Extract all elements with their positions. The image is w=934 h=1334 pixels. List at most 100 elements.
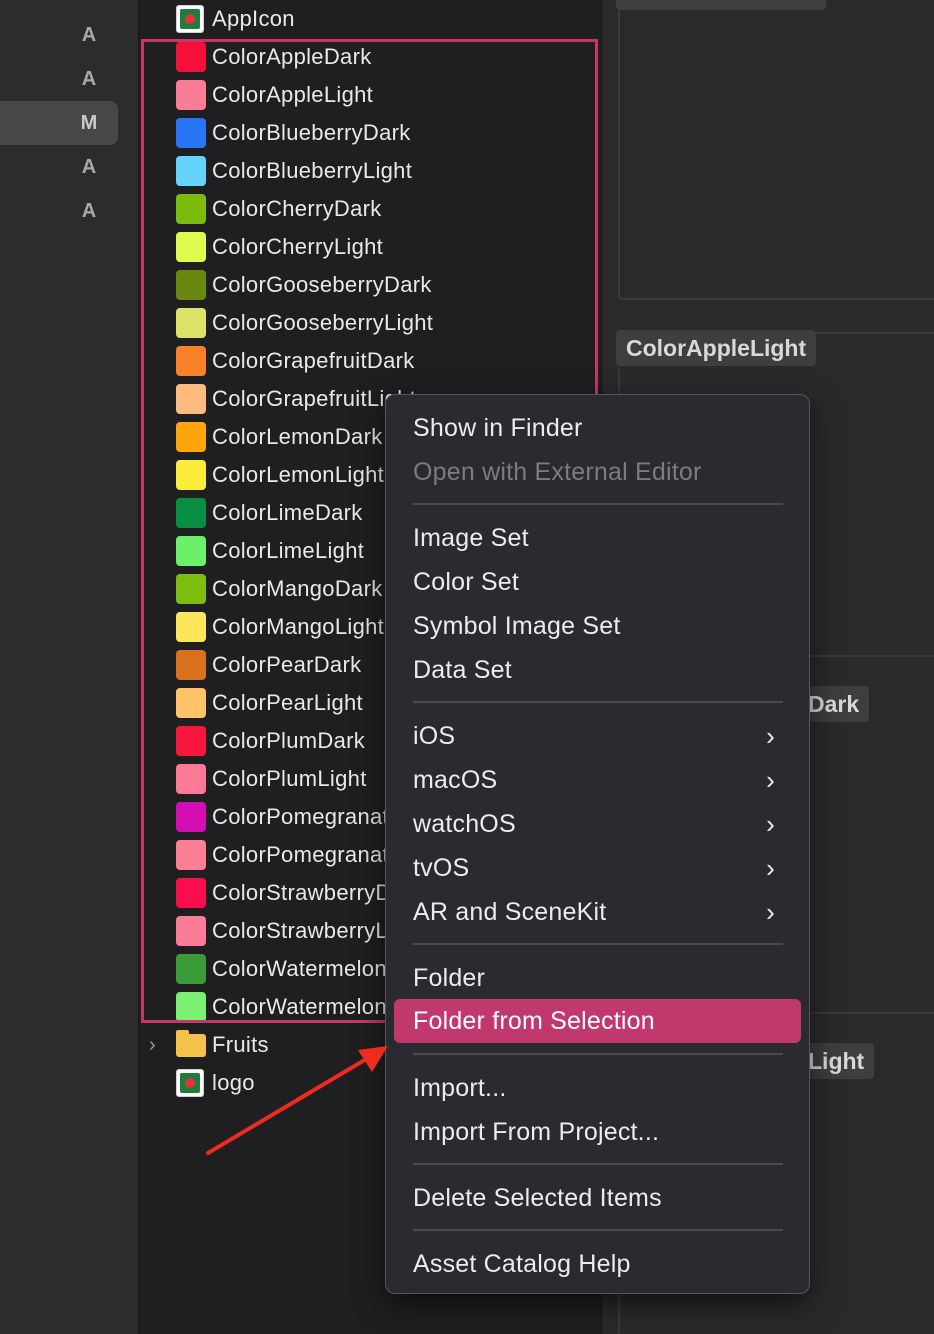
list-item-color-set[interactable]: ColorCherryDark bbox=[139, 190, 601, 228]
list-item-label: ColorGooseberryLight bbox=[212, 310, 434, 335]
menu-item-import[interactable]: Import... bbox=[394, 1066, 801, 1110]
list-item-color-set[interactable]: ColorAppleLight bbox=[139, 76, 601, 114]
gutter-letter-selected[interactable]: M bbox=[0, 101, 118, 145]
list-item-label: ColorCherryLight bbox=[212, 234, 384, 259]
color-swatch-icon bbox=[176, 346, 206, 376]
color-swatch-icon bbox=[176, 612, 206, 642]
menu-item-folder-from-selection[interactable]: Folder from Selection bbox=[394, 999, 801, 1043]
color-swatch-icon bbox=[176, 232, 206, 262]
menu-item-label: iOS bbox=[413, 722, 456, 750]
list-item-label: ColorPlumDark bbox=[212, 728, 366, 753]
menu-item-tvos[interactable]: tvOS › bbox=[394, 846, 801, 890]
menu-item-show-in-finder[interactable]: Show in Finder bbox=[394, 406, 801, 450]
menu-item-label: watchOS bbox=[413, 810, 516, 838]
divider bbox=[802, 1012, 934, 1014]
chevron-right-icon: › bbox=[766, 809, 775, 839]
menu-item-watchos[interactable]: watchOS › bbox=[394, 802, 801, 846]
list-item-label: ColorMangoDark bbox=[212, 576, 383, 601]
color-swatch-icon bbox=[176, 840, 206, 870]
folder-icon bbox=[176, 1030, 206, 1057]
chevron-right-icon[interactable]: › bbox=[149, 1026, 156, 1064]
list-item-label: ColorLemonLight bbox=[212, 462, 385, 487]
image-asset-icon bbox=[176, 1069, 204, 1097]
list-item-color-set[interactable]: ColorCherryLight bbox=[139, 228, 601, 266]
list-item-color-set[interactable]: ColorBlueberryLight bbox=[139, 152, 601, 190]
list-item-label: ColorBlueberryLight bbox=[212, 158, 413, 183]
color-swatch-icon bbox=[176, 384, 206, 414]
menu-separator bbox=[413, 701, 783, 703]
menu-separator bbox=[413, 1229, 783, 1231]
list-item-label: ColorGooseberryDark bbox=[212, 272, 432, 297]
color-swatch-icon bbox=[176, 270, 206, 300]
list-item-appicon[interactable]: AppIcon bbox=[139, 0, 601, 38]
menu-item-color-set[interactable]: Color Set bbox=[394, 560, 801, 604]
color-swatch-icon bbox=[176, 308, 206, 338]
preview-well bbox=[618, 0, 934, 300]
color-swatch-icon bbox=[176, 42, 206, 72]
divider bbox=[802, 655, 934, 657]
color-swatch-icon bbox=[176, 916, 206, 946]
menu-separator bbox=[413, 503, 783, 505]
status-gutter: A A M A A bbox=[0, 0, 139, 1334]
list-item-color-set[interactable]: ColorGooseberryLight bbox=[139, 304, 601, 342]
menu-item-asset-catalog-help[interactable]: Asset Catalog Help bbox=[394, 1242, 801, 1286]
list-item-label: Fruits bbox=[212, 1032, 269, 1057]
menu-item-delete-selected[interactable]: Delete Selected Items bbox=[394, 1176, 801, 1220]
preview-label-partial bbox=[616, 0, 826, 10]
appicon-icon bbox=[176, 5, 204, 33]
color-swatch-icon bbox=[176, 460, 206, 490]
chevron-right-icon: › bbox=[766, 721, 775, 751]
color-swatch-icon bbox=[176, 992, 206, 1022]
list-item-label: ColorCherryDark bbox=[212, 196, 382, 221]
list-item-label: ColorPlumLight bbox=[212, 766, 367, 791]
color-swatch-icon bbox=[176, 688, 206, 718]
menu-separator bbox=[413, 1163, 783, 1165]
list-item-color-set[interactable]: ColorAppleDark bbox=[139, 38, 601, 76]
list-item-color-set[interactable]: ColorBlueberryDark bbox=[139, 114, 601, 152]
menu-item-label: AR and SceneKit bbox=[413, 898, 607, 926]
gutter-letter: A bbox=[81, 24, 97, 46]
color-swatch-icon bbox=[176, 194, 206, 224]
chevron-right-icon: › bbox=[766, 765, 775, 795]
menu-item-open-external-editor: Open with External Editor bbox=[413, 458, 702, 486]
color-swatch-icon bbox=[176, 802, 206, 832]
menu-item-label: macOS bbox=[413, 766, 498, 794]
color-swatch-icon bbox=[176, 650, 206, 680]
preview-label: ColorAppleLight bbox=[616, 330, 817, 366]
menu-item-data-set[interactable]: Data Set bbox=[394, 648, 801, 692]
color-swatch-icon bbox=[176, 498, 206, 528]
color-swatch-icon bbox=[176, 80, 206, 110]
gutter-letter: A bbox=[81, 68, 97, 90]
color-swatch-icon bbox=[176, 954, 206, 984]
color-swatch-icon bbox=[176, 118, 206, 148]
list-item-label: ColorLimeLight bbox=[212, 538, 365, 563]
list-item-label: ColorLimeDark bbox=[212, 500, 363, 525]
menu-item-ar-scenekit[interactable]: AR and SceneKit › bbox=[394, 890, 801, 934]
chevron-right-icon: › bbox=[766, 853, 775, 883]
chevron-right-icon: › bbox=[766, 897, 775, 927]
menu-item-label: tvOS bbox=[413, 854, 470, 882]
gutter-letter: A bbox=[81, 156, 97, 178]
menu-item-macos[interactable]: macOS › bbox=[394, 758, 801, 802]
menu-separator bbox=[413, 1053, 783, 1055]
list-item-label: AppIcon bbox=[212, 6, 295, 31]
menu-item-image-set[interactable]: Image Set bbox=[394, 516, 801, 560]
list-item-color-set[interactable]: ColorGrapefruitDark bbox=[139, 342, 601, 380]
list-item-color-set[interactable]: ColorGooseberryDark bbox=[139, 266, 601, 304]
menu-separator bbox=[413, 943, 783, 945]
menu-item-symbol-image-set[interactable]: Symbol Image Set bbox=[394, 604, 801, 648]
context-menu[interactable]: Show in Finder Open with External Editor… bbox=[385, 394, 810, 1294]
list-item-label: ColorAppleDark bbox=[212, 44, 372, 69]
list-item-label: ColorMangoLight bbox=[212, 614, 385, 639]
list-item-label: ColorGrapefruitDark bbox=[212, 348, 415, 373]
color-swatch-icon bbox=[176, 726, 206, 756]
color-swatch-icon bbox=[176, 764, 206, 794]
color-swatch-icon bbox=[176, 156, 206, 186]
menu-item-import-from-project[interactable]: Import From Project... bbox=[394, 1110, 801, 1154]
list-item-label: ColorPearDark bbox=[212, 652, 362, 677]
color-swatch-icon bbox=[176, 574, 206, 604]
menu-item-ios[interactable]: iOS › bbox=[394, 714, 801, 758]
menu-item-folder[interactable]: Folder bbox=[394, 956, 801, 1000]
list-item-label: logo bbox=[212, 1070, 255, 1095]
list-item-label: ColorLemonDark bbox=[212, 424, 383, 449]
